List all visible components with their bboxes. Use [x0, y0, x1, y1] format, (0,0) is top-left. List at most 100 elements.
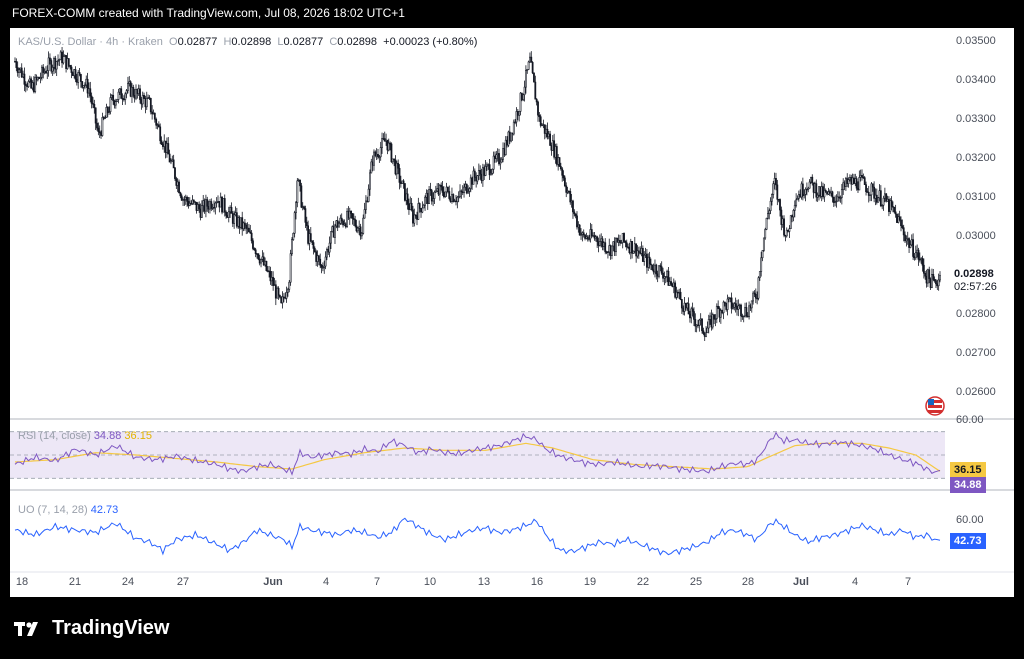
candle-body: [788, 228, 791, 232]
candle-body: [617, 240, 620, 243]
candle-body: [769, 200, 772, 211]
price-axis-tick: 0.02700: [956, 347, 996, 360]
candle-body: [282, 296, 285, 299]
candle-body: [511, 132, 514, 135]
candle-body: [196, 204, 199, 211]
candle-body: [635, 243, 638, 257]
candle-body: [660, 266, 663, 274]
candle-body: [647, 256, 650, 268]
candle-body: [98, 131, 101, 134]
candle-body: [849, 177, 851, 181]
candle-body: [734, 303, 737, 307]
candle-body: [939, 275, 941, 281]
candle-body: [50, 60, 53, 72]
tradingview-logo[interactable]: TradingView: [14, 617, 169, 640]
candle-body: [144, 98, 147, 108]
candle-body: [516, 111, 519, 116]
candle-body: [124, 93, 127, 100]
candle-body: [179, 192, 182, 197]
candle-body: [506, 139, 508, 146]
candle-body: [596, 236, 599, 243]
candle-body: [265, 260, 268, 271]
candle-body: [45, 71, 47, 74]
candle-body: [711, 314, 714, 328]
candle-body: [705, 332, 707, 337]
candle-body: [235, 212, 238, 227]
candle-body: [84, 84, 86, 87]
candle-body: [362, 217, 365, 234]
candle-body: [128, 81, 131, 84]
candle-body: [781, 218, 784, 225]
candle-body: [149, 97, 152, 113]
candle-body: [496, 153, 499, 156]
candle-body: [110, 94, 113, 98]
time-axis-tick: 13: [477, 576, 491, 588]
rsi-legend-value: 34.88: [93, 430, 122, 442]
candle-body: [424, 196, 426, 206]
candle-body: [211, 207, 214, 209]
candle-body: [699, 318, 702, 321]
time-axis-tick: 18: [15, 576, 29, 588]
symbol-label: KAS/U.S. Dollar · 4h · Kraken: [18, 36, 163, 48]
candle-body: [706, 327, 709, 334]
candle-body: [387, 142, 390, 151]
candle-body: [869, 194, 871, 196]
candle-body: [143, 95, 145, 99]
candle-body: [761, 250, 764, 259]
candle-body: [882, 197, 885, 206]
candle-body: [90, 95, 93, 104]
candle-body: [140, 99, 143, 105]
candle-body: [398, 167, 401, 183]
candle-body: [917, 249, 920, 260]
candle-body: [744, 307, 746, 317]
candle-body: [321, 267, 324, 269]
candle-body: [832, 196, 835, 203]
candle-body: [379, 147, 382, 158]
candle-body: [683, 302, 686, 312]
candle-body: [346, 210, 348, 227]
candle-body: [672, 282, 675, 288]
candle-body: [890, 200, 893, 207]
candle-body: [449, 198, 452, 203]
candle-body: [804, 188, 807, 195]
candle-body: [464, 183, 467, 188]
candle-body: [305, 222, 308, 227]
price-axis-tick: 0.03100: [956, 191, 996, 204]
candle-body: [900, 219, 902, 227]
candle-body: [811, 176, 814, 184]
candle-body: [693, 311, 695, 320]
price-axis-tick: 0.03200: [956, 152, 996, 165]
price-axis-tick: 0.03300: [956, 112, 996, 125]
uo-legend: UO (7, 14, 28) 42.73: [18, 504, 118, 516]
candle-body: [549, 133, 552, 146]
candle-body: [239, 217, 242, 228]
candle-body: [881, 204, 884, 207]
candle-body: [371, 161, 374, 166]
time-axis-tick: 7: [373, 576, 381, 588]
candle-body: [557, 157, 560, 165]
candle-body: [846, 178, 849, 184]
candle-body: [753, 292, 756, 295]
candle-body: [311, 240, 314, 243]
candle-body: [851, 177, 854, 185]
rsi-value-box: 34.88: [950, 476, 986, 493]
candle-body: [492, 155, 495, 170]
candle-body: [160, 140, 163, 145]
candle-body: [226, 215, 229, 218]
candle-body: [624, 241, 627, 244]
candle-body: [632, 250, 635, 254]
candle-body: [737, 305, 740, 310]
candle-body: [839, 197, 842, 199]
candle-body: [244, 222, 246, 226]
candle-body: [629, 240, 632, 253]
candle-body: [227, 211, 230, 218]
candle-body: [904, 234, 906, 242]
candle-body: [62, 56, 65, 64]
candle-body: [438, 184, 441, 195]
candle-body: [172, 159, 175, 169]
candle-body: [215, 201, 218, 204]
candle-body: [420, 208, 422, 213]
candle-body: [897, 216, 900, 223]
candle-body: [300, 185, 303, 208]
candle-body: [674, 282, 677, 298]
